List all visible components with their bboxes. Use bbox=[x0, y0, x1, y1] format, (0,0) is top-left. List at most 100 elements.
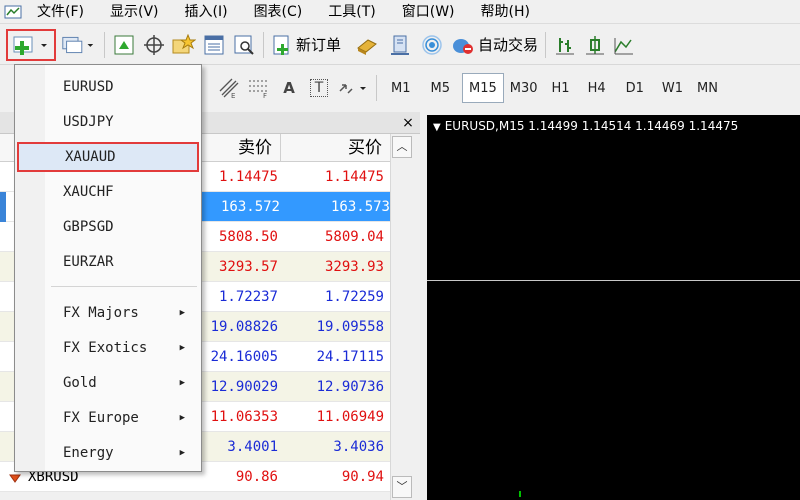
market-watch-icon bbox=[114, 35, 134, 54]
ask-price: 1.72259 bbox=[324, 289, 384, 305]
market-watch-scrollbar[interactable]: ︿ ﹀ bbox=[390, 134, 412, 500]
bid-price: 12.90029 bbox=[210, 379, 278, 395]
menu-view[interactable]: 显示(V) bbox=[97, 0, 172, 24]
timeframe-m30[interactable]: M30 bbox=[504, 73, 544, 103]
data-window-button[interactable] bbox=[199, 29, 229, 61]
chart-window[interactable]: ▼ EURUSD,M15 1.14499 1.14514 1.14469 1.14… bbox=[427, 115, 800, 500]
strategy-tester-button[interactable] bbox=[229, 29, 259, 61]
menu-item-xauaud[interactable]: XAUAUD bbox=[17, 142, 199, 172]
auto-trading-button[interactable]: 自动交易 bbox=[448, 29, 541, 61]
toolbar-separator bbox=[545, 31, 547, 58]
menu-file[interactable]: 文件(F) bbox=[24, 0, 97, 24]
ask-price: 3293.93 bbox=[324, 259, 384, 275]
favorites-button[interactable] bbox=[169, 29, 199, 61]
menu-tools[interactable]: 工具(T) bbox=[315, 0, 388, 24]
bid-price: 163.572 bbox=[198, 192, 280, 221]
market-watch-button[interactable] bbox=[109, 29, 139, 61]
scroll-up-icon[interactable]: ︿ bbox=[392, 136, 412, 158]
menu-window[interactable]: 窗口(W) bbox=[389, 0, 468, 24]
ask-price: 12.90736 bbox=[316, 379, 384, 395]
app-icon[interactable] bbox=[2, 2, 24, 22]
menu-group-energy[interactable]: Energy ▶ bbox=[17, 438, 199, 468]
menu-group-label: Energy bbox=[63, 445, 114, 461]
close-icon[interactable]: × bbox=[400, 112, 416, 134]
ask-price: 11.06949 bbox=[316, 409, 384, 425]
menu-charts[interactable]: 图表(C) bbox=[241, 0, 316, 24]
new-chart-icon bbox=[13, 36, 47, 55]
signals-button[interactable] bbox=[416, 29, 448, 61]
new-chart-dropdown: EURUSD USDJPY XAUAUD XAUCHF GBPSGD EURZAR FX M… bbox=[14, 64, 202, 472]
new-order-icon bbox=[273, 35, 289, 55]
ask-price: 24.17115 bbox=[316, 349, 384, 365]
toolbar-separator bbox=[263, 31, 264, 58]
bid-price: 11.06353 bbox=[210, 409, 278, 425]
bid-price: 5808.50 bbox=[218, 229, 278, 245]
menu-item-xauchf[interactable]: XAUCHF bbox=[17, 177, 199, 207]
new-order-label: 新订单 bbox=[296, 36, 342, 54]
timeframe-w1[interactable]: W1 bbox=[656, 73, 689, 103]
gold-bar-icon bbox=[357, 38, 377, 55]
signal-icon bbox=[422, 34, 442, 55]
crosshair-icon bbox=[144, 34, 164, 55]
menu-group-gold[interactable]: Gold ▶ bbox=[17, 368, 199, 398]
new-chart-button[interactable] bbox=[6, 28, 56, 61]
price-line bbox=[427, 280, 800, 281]
triangle-down-icon: ▼ bbox=[433, 122, 441, 133]
menu-group-fx-exotics[interactable]: FX Exotics ▶ bbox=[17, 333, 199, 363]
timeframe-h4[interactable]: H4 bbox=[582, 73, 612, 103]
timeframe-m1[interactable]: M1 bbox=[385, 73, 417, 103]
submenu-arrow-icon: ▶ bbox=[179, 448, 185, 458]
svg-text:E: E bbox=[231, 92, 235, 99]
timeframe-d1[interactable]: D1 bbox=[620, 73, 650, 103]
bar-chart-icon bbox=[556, 37, 575, 54]
bid-price: 24.16005 bbox=[210, 349, 278, 365]
drawing-toolbar: E F A T M1 M5 M15 M30 H1 H4 D1 W1 MN bbox=[200, 67, 800, 109]
ask-column-header[interactable]: 买价 bbox=[280, 134, 390, 162]
star-folder-icon bbox=[172, 33, 196, 53]
submenu-arrow-icon: ▶ bbox=[179, 413, 185, 423]
bid-column-header[interactable]: 卖价 bbox=[198, 134, 280, 162]
timeframe-mn[interactable]: MN bbox=[691, 73, 724, 103]
profiles-button[interactable] bbox=[56, 29, 100, 61]
fibonacci-levels-icon[interactable]: F bbox=[244, 73, 274, 103]
text-label-tool-icon[interactable]: T bbox=[304, 73, 334, 103]
bar-chart-button[interactable] bbox=[550, 29, 580, 61]
menu-insert[interactable]: 插入(I) bbox=[172, 0, 241, 24]
timeframe-h1[interactable]: H1 bbox=[546, 73, 576, 103]
timeframe-m15[interactable]: M15 bbox=[462, 73, 504, 103]
arrows-tool-icon[interactable] bbox=[334, 73, 372, 103]
candlestick-button[interactable] bbox=[580, 29, 610, 61]
ask-price: 90.94 bbox=[341, 469, 384, 485]
line-chart-button[interactable] bbox=[610, 29, 636, 61]
bid-price: 1.14475 bbox=[218, 169, 278, 185]
menu-help[interactable]: 帮助(H) bbox=[468, 0, 543, 24]
bid-price: 3293.57 bbox=[218, 259, 278, 275]
menu-item-gbpsgd[interactable]: GBPSGD bbox=[17, 212, 199, 242]
standard-toolbar: 新订单 自动交易 bbox=[0, 25, 800, 65]
data-window-icon bbox=[204, 35, 224, 54]
selection-marker bbox=[0, 192, 6, 222]
menu-bar: 文件(F) 显示(V) 插入(I) 图表(C) 工具(T) 窗口(W) 帮助(H… bbox=[0, 0, 800, 24]
new-order-button[interactable]: 新订单 bbox=[268, 29, 344, 61]
menu-group-label: FX Majors bbox=[63, 305, 139, 321]
menu-item-usdjpy[interactable]: USDJPY bbox=[17, 107, 199, 137]
magnifier-icon bbox=[234, 35, 254, 55]
timeframe-m5[interactable]: M5 bbox=[425, 73, 457, 103]
server-icon bbox=[391, 35, 410, 55]
menu-item-eurusd[interactable]: EURUSD bbox=[17, 72, 199, 102]
ask-price: 5809.04 bbox=[324, 229, 384, 245]
auto-trading-label: 自动交易 bbox=[478, 36, 539, 54]
fibonacci-fan-icon[interactable]: E bbox=[214, 73, 244, 103]
scroll-down-icon[interactable]: ﹀ bbox=[392, 476, 412, 498]
toolbar-separator bbox=[104, 31, 105, 58]
menu-group-fx-majors[interactable]: FX Majors ▶ bbox=[17, 298, 199, 328]
text-tool-icon[interactable]: A bbox=[274, 73, 304, 103]
menu-item-eurzar[interactable]: EURZAR bbox=[17, 247, 199, 277]
menu-separator bbox=[51, 286, 197, 287]
candlestick-icon bbox=[586, 35, 605, 54]
menu-group-fx-europe[interactable]: FX Europe ▶ bbox=[17, 403, 199, 433]
crosshair-button[interactable] bbox=[139, 29, 169, 61]
price-down-arrow-icon bbox=[8, 471, 22, 485]
navigator-button[interactable] bbox=[384, 29, 416, 61]
experts-button[interactable] bbox=[350, 29, 384, 61]
